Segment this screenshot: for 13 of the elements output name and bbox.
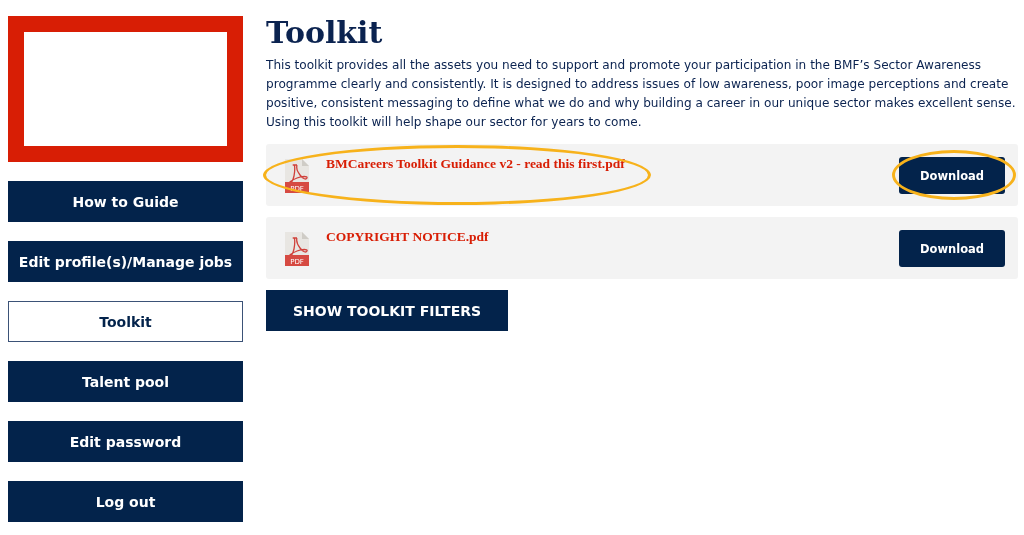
sidebar-item[interactable]: Log out xyxy=(8,481,243,522)
sidebar-item[interactable]: Toolkit xyxy=(8,301,243,342)
download-button[interactable]: Download xyxy=(899,230,1005,267)
download-button[interactable]: Download xyxy=(899,157,1005,194)
page-title: Toolkit xyxy=(266,16,384,50)
sidebar-item[interactable]: Edit profile(s)/Manage jobs xyxy=(8,241,243,282)
sidebar-item[interactable]: Talent pool xyxy=(8,361,243,402)
sidebar-item[interactable]: Edit password xyxy=(8,421,243,462)
file-link[interactable]: BMCareers Toolkit Guidance v2 - read this first.pdf xyxy=(326,156,625,172)
sidebar-item[interactable]: How to Guide xyxy=(8,181,243,222)
file-link[interactable]: COPYRIGHT NOTICE.pdf xyxy=(326,229,489,245)
show-filters-button[interactable]: SHOW TOOLKIT FILTERS xyxy=(266,290,508,331)
intro-text: This toolkit provides all the assets you need to support and promote your participation in the BMF’s Sector Awareness programme clearly and consistently. It is designed to address issues of low awareness, poor image perceptions and create positive, consistent messaging to define what we do and why building a career in our unique sector makes excellent sense. Using this toolkit will help shape our sector for years to come. xyxy=(266,57,1017,131)
